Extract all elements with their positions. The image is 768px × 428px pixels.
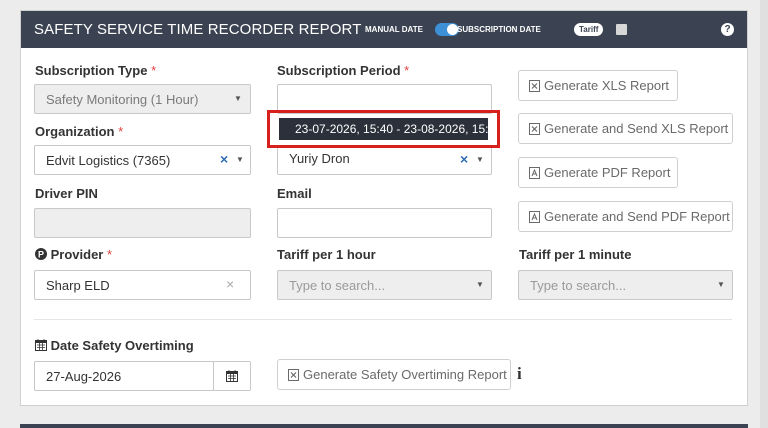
clear-icon[interactable]: × (226, 276, 234, 292)
panel-header: SAFETY SERVICE TIME RECORDER REPORT MANU… (21, 11, 747, 48)
subscription-period-label-text: Subscription Period (277, 63, 401, 78)
tariff-hour-label: Tariff per 1 hour (277, 247, 376, 262)
generate-send-pdf-label: Generate and Send PDF Report (544, 209, 730, 224)
help-icon[interactable]: ? (721, 23, 734, 36)
tariff-badge: Tariff (574, 23, 604, 36)
subscription-type-label-text: Subscription Type (35, 63, 148, 78)
page-title: SAFETY SERVICE TIME RECORDER REPORT (34, 21, 362, 38)
required-mark: * (151, 63, 157, 78)
file-excel-icon (529, 123, 540, 135)
manual-date-label: MANUAL DATE (365, 25, 423, 34)
chevron-down-icon: ▼ (234, 94, 242, 103)
provider-label-text: Provider (50, 247, 104, 262)
required-mark: * (118, 124, 124, 139)
clear-icon[interactable]: × (460, 151, 468, 167)
subscription-type-label: Subscription Type * (35, 63, 156, 78)
generate-send-xls-button[interactable]: Generate and Send XLS Report (518, 113, 733, 144)
generate-xls-label: Generate XLS Report (544, 78, 670, 93)
date-mode-toggle[interactable] (435, 23, 459, 36)
clear-icon[interactable]: × (220, 151, 228, 167)
generate-overtiming-label: Generate Safety Overtiming Report (303, 367, 507, 382)
tariff-minute-label: Tariff per 1 minute (519, 247, 632, 262)
file-pdf-icon (529, 211, 540, 223)
organization-label-text: Organization (35, 124, 115, 139)
driver-value: Yuriy Dron (289, 151, 350, 166)
required-mark: * (107, 247, 113, 262)
subscription-period-label: Subscription Period * (277, 63, 409, 78)
provider-label: P Provider * (35, 247, 112, 262)
organization-select[interactable]: Edvit Logistics (7365) × ▼ (34, 145, 251, 175)
organization-label: Organization * (35, 124, 123, 139)
subscription-type-value: Safety Monitoring (1 Hour) (46, 92, 199, 107)
subscription-date-label: SUBSCRIPTION DATE (457, 25, 541, 34)
calendar-button[interactable] (213, 361, 251, 391)
provider-select[interactable]: Sharp ELD × (34, 270, 251, 300)
tariff-minute-select[interactable]: Type to search... ▼ (518, 270, 733, 300)
file-pdf-icon (529, 167, 540, 179)
driver-pin-label: Driver PIN (35, 186, 98, 201)
file-excel-icon (529, 80, 540, 92)
calendar-icon (226, 370, 238, 382)
chevron-down-icon: ▼ (717, 280, 725, 289)
driver-select[interactable]: Yuriy Dron × ▼ (277, 145, 492, 175)
generate-xls-button[interactable]: Generate XLS Report (518, 70, 678, 101)
page-scrollbar[interactable] (760, 0, 768, 428)
tariff-hour-placeholder: Type to search... (289, 278, 386, 293)
driver-pin-field (34, 208, 251, 238)
generate-send-pdf-button[interactable]: Generate and Send PDF Report (518, 201, 733, 232)
page: SAFETY SERVICE TIME RECORDER REPORT MANU… (0, 0, 768, 428)
report-panel: SAFETY SERVICE TIME RECORDER REPORT MANU… (20, 10, 748, 406)
chevron-down-icon: ▼ (476, 155, 484, 164)
provider-icon: P (35, 248, 47, 260)
tariff-minute-placeholder: Type to search... (530, 278, 627, 293)
calendar-icon (35, 339, 47, 351)
provider-value: Sharp ELD (46, 278, 110, 293)
file-excel-icon (288, 369, 299, 381)
chevron-down-icon: ▼ (236, 155, 244, 164)
next-panel-header (20, 424, 748, 428)
generate-overtiming-button[interactable]: Generate Safety Overtiming Report (277, 359, 511, 390)
generate-pdf-label: Generate PDF Report (544, 165, 671, 180)
email-field[interactable] (277, 208, 492, 238)
required-mark: * (404, 63, 410, 78)
chevron-down-icon: ▼ (476, 280, 484, 289)
email-label: Email (277, 186, 312, 201)
overtiming-label-text: Date Safety Overtiming (50, 338, 194, 353)
tariff-checkbox[interactable] (616, 24, 627, 35)
tariff-hour-select[interactable]: Type to search... ▼ (277, 270, 492, 300)
organization-value: Edvit Logistics (7365) (46, 153, 171, 168)
info-icon[interactable]: i (517, 364, 522, 384)
divider (34, 319, 732, 320)
generate-pdf-button[interactable]: Generate PDF Report (518, 157, 678, 188)
overtiming-date-value: 27-Aug-2026 (46, 369, 122, 384)
overtiming-label: Date Safety Overtiming (35, 338, 194, 353)
svg-text:P: P (38, 250, 44, 260)
highlight-box (267, 110, 500, 148)
subscription-type-select[interactable]: Safety Monitoring (1 Hour) ▼ (34, 84, 251, 114)
overtiming-date-input[interactable]: 27-Aug-2026 (34, 361, 214, 391)
generate-send-xls-label: Generate and Send XLS Report (544, 121, 729, 136)
